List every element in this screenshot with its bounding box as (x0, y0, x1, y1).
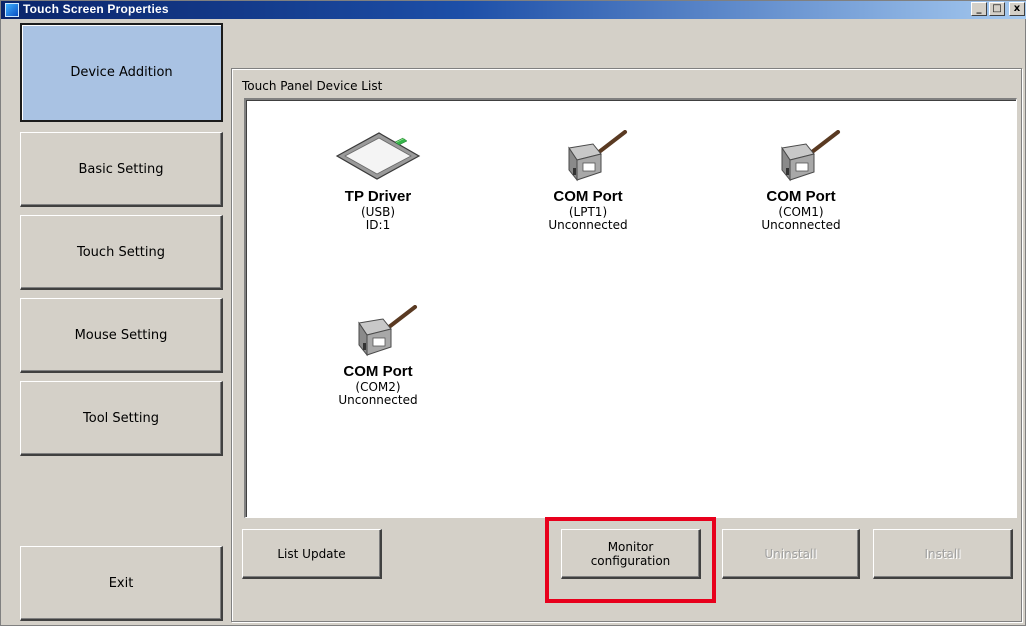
nav-touch-setting[interactable]: Touch Setting (20, 215, 223, 290)
nav-tool-setting[interactable]: Tool Setting (20, 381, 223, 456)
app-icon (5, 3, 19, 17)
com-port-connector-icon (568, 130, 627, 182)
device-name: COM Port (343, 363, 413, 380)
touch-panel-icon (335, 132, 421, 180)
device-status: ID:1 (365, 218, 391, 232)
exit-button[interactable]: Exit (20, 546, 223, 621)
maximize-button[interactable]: □ (989, 2, 1005, 16)
device-item-com-port-com2[interactable]: COM Port (COM2) Unconnected (303, 305, 453, 407)
nav-basic-setting[interactable]: Basic Setting (20, 132, 223, 207)
minimize-button[interactable]: _ (971, 2, 987, 16)
highlight-box (545, 517, 716, 603)
device-item-com-port-com1[interactable]: COM Port (COM1) Unconnected (726, 130, 876, 232)
nav-device-addition[interactable]: Device Addition (20, 23, 223, 122)
device-item-com-port-lpt1[interactable]: COM Port (LPT1) Unconnected (513, 130, 663, 232)
list-update-button[interactable]: List Update (242, 529, 382, 579)
device-item-tp-driver[interactable]: TP Driver (USB) ID:1 (303, 130, 453, 232)
window-title: Touch Screen Properties (23, 2, 169, 16)
title-bar[interactable]: Touch Screen Properties _ □ x (1, 1, 1026, 19)
device-status: Unconnected (548, 218, 628, 232)
device-name: COM Port (553, 188, 623, 205)
device-status: Unconnected (761, 218, 841, 232)
install-button[interactable]: Install (873, 529, 1013, 579)
device-list-label: Touch Panel Device List (242, 79, 383, 93)
window-controls: _ □ x (971, 2, 1025, 16)
com-port-connector-icon (781, 130, 840, 182)
touch-screen-properties-window: Touch Screen Properties _ □ x Device Add… (0, 0, 1026, 626)
device-list-panel[interactable]: TP Driver (USB) ID:1 COM Port (LPT1) Unc… (244, 98, 1017, 518)
com-port-connector-icon (358, 305, 417, 357)
nav-mouse-setting[interactable]: Mouse Setting (20, 298, 223, 373)
close-button[interactable]: x (1009, 2, 1025, 16)
device-name: COM Port (766, 188, 836, 205)
device-status: Unconnected (338, 393, 418, 407)
uninstall-button[interactable]: Uninstall (722, 529, 860, 579)
device-name: TP Driver (344, 188, 412, 205)
